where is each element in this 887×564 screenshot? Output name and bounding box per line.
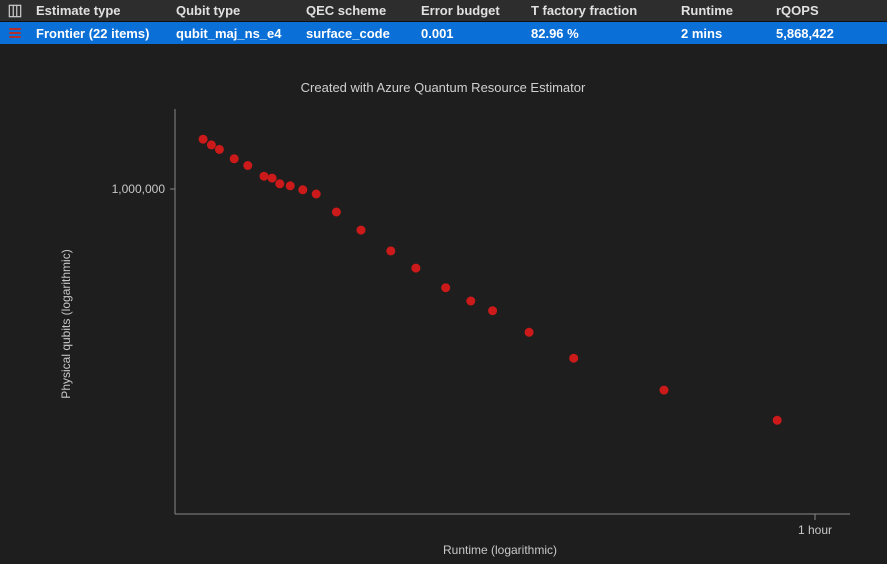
data-point[interactable] xyxy=(411,264,420,273)
col-rqops[interactable]: rQOPS xyxy=(770,1,887,20)
x-axis-label: Runtime (logarithmic) xyxy=(443,543,557,557)
data-point[interactable] xyxy=(466,297,475,306)
data-point[interactable] xyxy=(569,354,578,363)
row-handle-icon xyxy=(0,26,30,40)
axes: 1,000,000 1 hour Runtime (logarithmic) P… xyxy=(59,109,850,557)
x-tick-1hour: 1 hour xyxy=(798,523,832,537)
data-point[interactable] xyxy=(660,386,669,395)
data-point[interactable] xyxy=(298,185,307,194)
col-runtime[interactable]: Runtime xyxy=(675,1,770,20)
col-qec-scheme[interactable]: QEC scheme xyxy=(300,1,415,20)
data-point[interactable] xyxy=(312,190,321,199)
data-point[interactable] xyxy=(275,179,284,188)
data-point[interactable] xyxy=(199,135,208,144)
table-row-selected[interactable]: Frontier (22 items) qubit_maj_ns_e4 surf… xyxy=(0,22,887,44)
scatter-points xyxy=(199,135,782,425)
chart-title: Created with Azure Quantum Resource Esti… xyxy=(301,80,586,95)
data-point[interactable] xyxy=(207,140,216,149)
data-point[interactable] xyxy=(488,306,497,315)
data-point[interactable] xyxy=(773,416,782,425)
y-axis-label: Physical qubits (logarithmic) xyxy=(59,249,73,398)
data-point[interactable] xyxy=(268,174,277,183)
data-point[interactable] xyxy=(286,181,295,190)
cell-error-budget: 0.001 xyxy=(415,24,525,43)
cell-qubit-type: qubit_maj_ns_e4 xyxy=(170,24,300,43)
data-point[interactable] xyxy=(215,145,224,154)
col-estimate-type[interactable]: Estimate type xyxy=(30,1,170,20)
data-point[interactable] xyxy=(525,328,534,337)
chart-area: Created with Azure Quantum Resource Esti… xyxy=(0,44,887,564)
col-qubit-type[interactable]: Qubit type xyxy=(170,1,300,20)
cell-rqops: 5,868,422 xyxy=(770,24,887,43)
results-table: Estimate type Qubit type QEC scheme Erro… xyxy=(0,0,887,44)
data-point[interactable] xyxy=(357,226,366,235)
data-point[interactable] xyxy=(260,172,269,181)
data-point[interactable] xyxy=(386,246,395,255)
data-point[interactable] xyxy=(332,208,341,217)
col-t-factory-fraction[interactable]: T factory fraction xyxy=(525,1,675,20)
cell-estimate-type: Frontier (22 items) xyxy=(30,24,170,43)
table-header-row: Estimate type Qubit type QEC scheme Erro… xyxy=(0,0,887,22)
y-tick-1m: 1,000,000 xyxy=(112,182,166,196)
cell-runtime: 2 mins xyxy=(675,24,770,43)
column-chooser-icon[interactable] xyxy=(0,2,30,20)
data-point[interactable] xyxy=(243,161,252,170)
data-point[interactable] xyxy=(230,154,239,163)
data-point[interactable] xyxy=(441,283,450,292)
cell-t-factory-fraction: 82.96 % xyxy=(525,24,675,43)
scatter-chart[interactable]: Created with Azure Quantum Resource Esti… xyxy=(0,44,887,564)
col-error-budget[interactable]: Error budget xyxy=(415,1,525,20)
cell-qec-scheme: surface_code xyxy=(300,24,415,43)
